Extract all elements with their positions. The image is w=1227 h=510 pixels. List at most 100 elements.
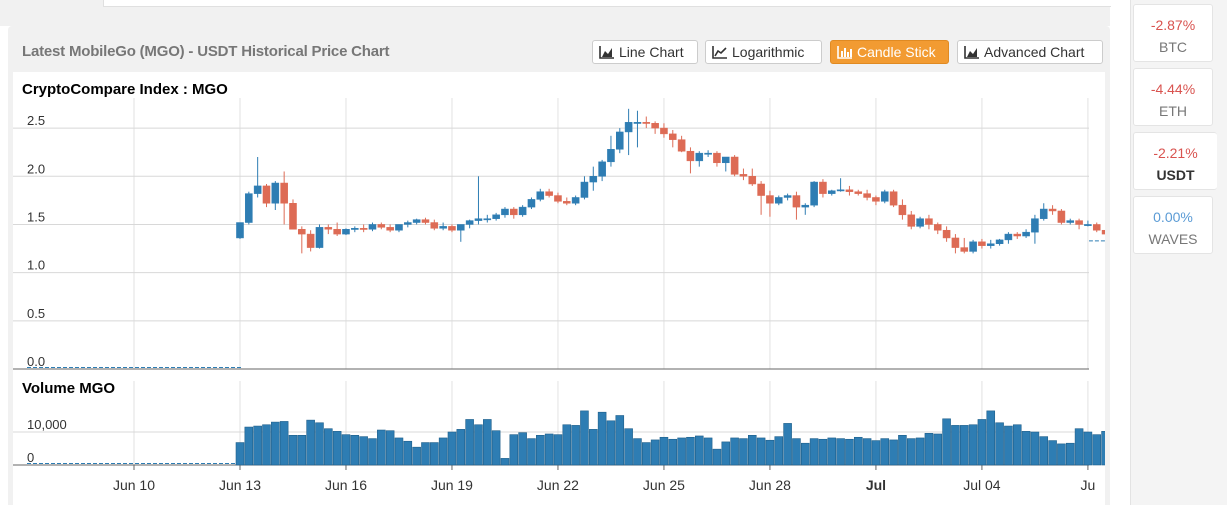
candle (766, 195, 774, 204)
volume-bar (536, 434, 545, 466)
candle (518, 206, 527, 216)
volume-bar (624, 428, 633, 466)
pair-tile-btc[interactable]: -2.87% BTC (1133, 4, 1213, 62)
volume-bar (288, 434, 298, 466)
volume-bar (527, 438, 536, 466)
candle (404, 222, 412, 225)
volume-bar (385, 430, 395, 466)
volume-tick-label: 10,000 (27, 417, 67, 432)
volume-bar (800, 442, 810, 466)
candle (986, 243, 995, 246)
pair-tile-eth[interactable]: -4.44% ETH (1133, 68, 1213, 126)
pair-tile-waves[interactable]: 0.00% WAVES (1133, 196, 1213, 254)
volume-bar (792, 438, 801, 466)
candle (324, 227, 333, 230)
candle (298, 229, 306, 235)
x-tick-label: Jun 10 (113, 477, 155, 493)
volume-bar (412, 446, 421, 466)
candle-stick-button[interactable]: Candle Stick (830, 40, 949, 64)
price-tick-label: 0.0 (27, 354, 45, 369)
volume-bar (703, 437, 713, 466)
volume-bar (350, 434, 360, 466)
candle (819, 181, 827, 194)
candle (651, 123, 659, 129)
volume-bar (491, 430, 501, 466)
candle (695, 152, 704, 162)
x-tick-label: Jun 13 (219, 477, 261, 493)
volume-bar (518, 432, 527, 466)
candle (686, 150, 695, 162)
x-tick-label: Jun 28 (749, 477, 791, 493)
volume-bar (394, 437, 404, 466)
volume-bar (430, 442, 439, 466)
candle (589, 176, 598, 183)
candle (660, 127, 668, 135)
price-tick-label: 2.0 (27, 161, 45, 176)
volume-bar (271, 421, 280, 466)
candle (624, 122, 633, 133)
candle (377, 224, 386, 228)
candle (1092, 224, 1101, 231)
volume-bar (403, 440, 413, 466)
x-tick-label: Jul (866, 477, 886, 493)
candle (545, 191, 553, 196)
candle (554, 195, 562, 202)
volume-bar (306, 419, 315, 466)
volume-bar (633, 438, 642, 466)
pair-tile-usdt[interactable]: -2.21% USDT (1133, 132, 1217, 190)
logarithmic-button[interactable]: Logarithmic (705, 40, 822, 64)
advanced-chart-button[interactable]: Advanced Chart (957, 40, 1103, 64)
logarithmic-label: Logarithmic (732, 44, 805, 60)
candle (792, 195, 801, 208)
candle (1101, 229, 1110, 235)
pair-change: -2.87% (1150, 17, 1196, 33)
candle (978, 241, 986, 246)
volume-bar (368, 438, 377, 466)
volume-bar (942, 418, 951, 466)
candle (483, 218, 492, 221)
candle (262, 185, 271, 204)
volume-bar (447, 431, 457, 466)
candle (854, 191, 863, 194)
volume-bar (1101, 431, 1110, 466)
x-tick-label: Jun 16 (325, 477, 367, 493)
candle (616, 131, 624, 150)
volume-tick-label: 0 (27, 450, 34, 465)
x-tick-label: Jun 25 (643, 477, 685, 493)
candle (359, 228, 368, 230)
candle (1066, 220, 1075, 223)
volume-bar (871, 440, 881, 466)
candle (421, 219, 430, 223)
line-chart-icon (712, 46, 727, 59)
x-tick-label: Jul 04 (963, 477, 1001, 493)
line-chart-button[interactable]: Line Chart (592, 40, 698, 64)
volume-bar (915, 437, 925, 466)
volume-bar (500, 458, 510, 466)
candle (739, 174, 748, 177)
volume-bar (456, 429, 466, 466)
volume-bar (712, 448, 722, 466)
advanced-chart-label: Advanced Chart (984, 44, 1085, 60)
volume-bar (606, 420, 616, 466)
volume-bar (332, 431, 342, 466)
volume-bar (377, 429, 386, 466)
candle (1039, 208, 1048, 219)
volume-bar (580, 410, 589, 466)
volume-bar (1092, 434, 1102, 466)
candle (774, 197, 783, 204)
top-card (103, 0, 1111, 7)
candle (457, 224, 465, 231)
volume-bar (1021, 431, 1031, 466)
volume-bar (774, 436, 784, 466)
candle (1031, 218, 1039, 233)
panel-title: Latest MobileGo (MGO) - USDT Historical … (22, 43, 390, 60)
candle (827, 190, 836, 194)
volume-bar (1048, 440, 1057, 466)
price-chart-title: CryptoCompare Index : MGO (22, 81, 228, 98)
candle (580, 181, 589, 198)
volume-bar (483, 419, 492, 466)
candle (960, 247, 969, 252)
candle (465, 220, 474, 225)
candle (492, 214, 500, 219)
volume-bar (924, 433, 934, 466)
